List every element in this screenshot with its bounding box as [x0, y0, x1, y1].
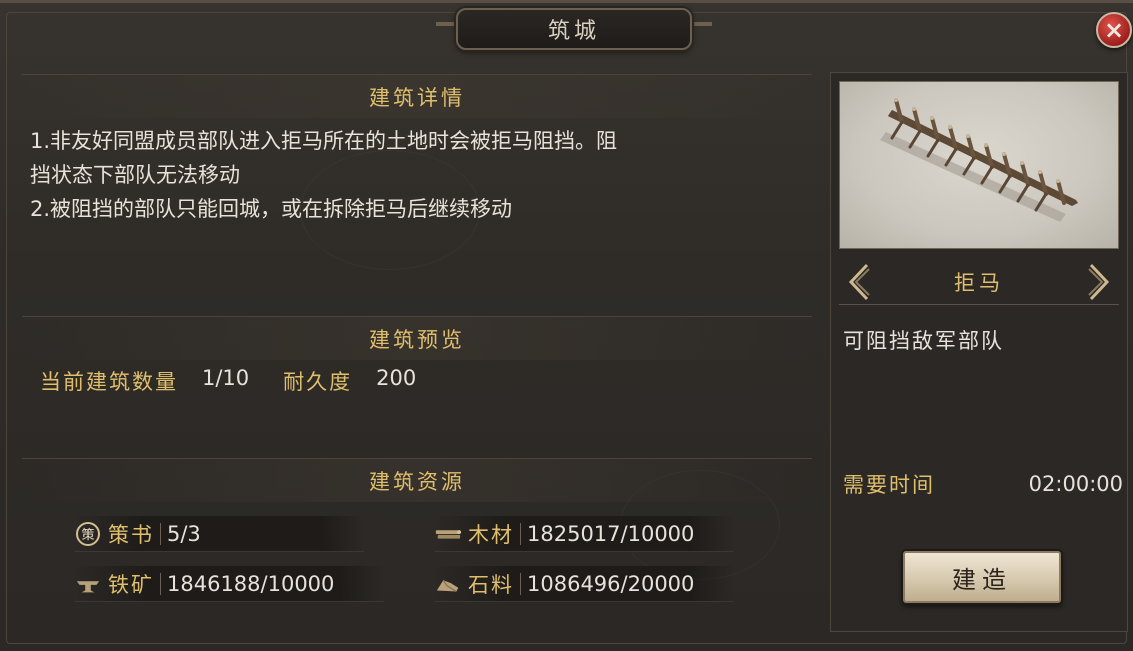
- resource-name: 石料: [468, 572, 514, 597]
- resource-name: 木材: [468, 522, 514, 547]
- resources-heading: 建筑资源: [369, 469, 465, 494]
- chevron-right-icon: [1088, 263, 1110, 301]
- window-title: 筑城: [547, 19, 600, 44]
- divider: [520, 522, 521, 545]
- durability-value: 200: [376, 366, 417, 390]
- divider: [160, 522, 161, 545]
- resources-section-header: 建筑资源: [22, 458, 812, 502]
- resource-wood: 木材 1825017/10000: [434, 516, 734, 552]
- divider: [520, 572, 521, 595]
- svg-text:策: 策: [81, 527, 94, 543]
- details-heading: 建筑详情: [369, 85, 465, 110]
- resource-strategy-book: 策 策书 5/3: [74, 516, 364, 552]
- close-icon: ×: [1103, 16, 1125, 44]
- preview-section-header: 建筑预览: [22, 316, 812, 360]
- resource-name: 铁矿: [108, 572, 154, 597]
- details-line: 2.被阻挡的部队只能回城，或在拆除拒马后继续移动: [30, 197, 513, 221]
- building-info-panel: 拒马 可阻挡敌军部队 需要时间 02:00:00 建造: [830, 72, 1128, 632]
- durability-label: 耐久度: [283, 370, 353, 394]
- details-line: 1.非友好同盟成员部队进入拒马所在的土地时会被拒马阻挡。阻: [30, 129, 618, 153]
- building-name: 拒马: [954, 270, 1004, 295]
- left-panel: 建筑详情 1.非友好同盟成员部队进入拒马所在的土地时会被拒马阻挡。阻 挡状态下部…: [22, 70, 812, 630]
- build-count-label: 当前建筑数量: [40, 370, 178, 394]
- barricade-illustration: [880, 98, 1078, 222]
- preview-heading: 建筑预览: [369, 327, 465, 352]
- resource-value: 5/3: [167, 521, 201, 546]
- resource-name: 策书: [108, 522, 154, 547]
- stone-icon: [434, 570, 462, 598]
- iron-ore-icon: [74, 570, 102, 598]
- building-selector: 拒马: [839, 259, 1119, 305]
- resource-stone: 石料 1086496/20000: [434, 566, 734, 602]
- chevron-left-icon: [848, 263, 870, 301]
- build-button-label: 建造: [952, 565, 1012, 594]
- build-count-value: 1/10: [202, 366, 250, 390]
- window-title-plate: 筑城: [456, 8, 692, 50]
- resource-iron: 铁矿 1846188/10000: [74, 566, 384, 602]
- details-section-header: 建筑详情: [22, 74, 812, 118]
- wood-icon: [434, 520, 462, 548]
- strategy-book-icon: 策: [74, 520, 102, 548]
- details-text: 1.非友好同盟成员部队进入拒马所在的土地时会被拒马阻挡。阻 挡状态下部队无法移动…: [30, 124, 810, 226]
- title-wing-left: [436, 22, 456, 26]
- resource-value: 1846188/10000: [167, 571, 335, 596]
- build-button[interactable]: 建造: [903, 551, 1061, 603]
- preview-stats: 当前建筑数量 1/10 耐久度 200: [40, 366, 416, 396]
- building-preview-image: [839, 81, 1119, 249]
- build-time-label: 需要时间: [843, 473, 935, 497]
- details-line: 挡状态下部队无法移动: [30, 163, 240, 187]
- building-description: 可阻挡敌军部队: [843, 329, 1004, 353]
- divider: [160, 572, 161, 595]
- resource-value: 1825017/10000: [527, 521, 695, 546]
- title-wing-right: [692, 22, 712, 26]
- resource-value: 1086496/20000: [527, 571, 695, 596]
- next-building-button[interactable]: [1083, 261, 1115, 303]
- build-time-value: 02:00:00: [1028, 472, 1123, 496]
- previous-building-button[interactable]: [843, 261, 875, 303]
- close-button[interactable]: ×: [1096, 12, 1132, 48]
- build-time-row: 需要时间 02:00:00: [843, 469, 1123, 499]
